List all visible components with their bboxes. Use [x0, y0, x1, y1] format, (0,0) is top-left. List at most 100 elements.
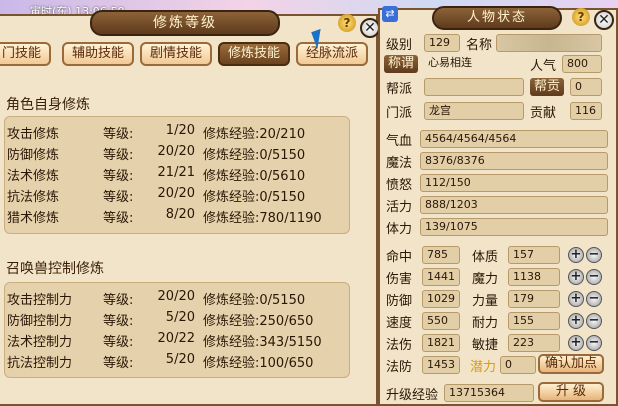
- title-label: 称谓: [384, 55, 419, 73]
- attr-value: 785: [422, 246, 460, 264]
- attr-value: 550: [422, 312, 460, 330]
- stat-label: 气血: [386, 134, 413, 149]
- row-level: 1/20: [165, 123, 195, 138]
- tab-cultivation-skill[interactable]: 修炼技能: [218, 42, 291, 66]
- attr-label: 耐力: [472, 316, 499, 331]
- name-value-blurred: [496, 34, 602, 52]
- row-exp: 修炼经验:0/5150: [203, 190, 306, 205]
- row-name: 抗法修炼: [7, 190, 60, 205]
- row-level: 20/20: [157, 144, 195, 159]
- minus-icon[interactable]: −: [586, 291, 602, 307]
- swap-icon[interactable]: ⇄: [382, 6, 398, 22]
- minus-icon[interactable]: −: [586, 313, 602, 329]
- table-row[interactable]: 攻击修炼 等级: 1/20 修炼经验:20/210: [5, 123, 351, 143]
- row-level-label: 等级:: [103, 356, 134, 371]
- row-name: 法术控制力: [7, 335, 73, 350]
- row-exp: 修炼经验:0/5610: [203, 169, 306, 184]
- stat-label: 魔法: [386, 156, 413, 171]
- help-icon[interactable]: ?: [572, 8, 590, 26]
- row-exp: 修炼经验:780/1190: [203, 211, 322, 226]
- table-row[interactable]: 攻击控制力 等级: 20/20 修炼经验:0/5150: [5, 289, 351, 309]
- attr-value: 1029: [422, 290, 460, 308]
- table-row[interactable]: 法术修炼 等级: 21/21 修炼经验:0/5610: [5, 165, 351, 185]
- stat-label: 体力: [386, 222, 413, 237]
- minus-icon[interactable]: −: [586, 269, 602, 285]
- row-level-label: 等级:: [103, 211, 134, 226]
- attr-label: 敏捷: [472, 338, 499, 353]
- minus-icon[interactable]: −: [586, 247, 602, 263]
- attr-label: 伤害: [386, 272, 413, 287]
- plus-icon[interactable]: +: [568, 247, 584, 263]
- attr-value: 179: [508, 290, 560, 308]
- plus-icon[interactable]: +: [568, 291, 584, 307]
- row-level: 5/20: [165, 352, 195, 367]
- row-name: 攻击控制力: [7, 293, 73, 308]
- stat-value: 4564/4564/4564: [420, 130, 608, 148]
- tab-assist-skill[interactable]: 辅助技能: [62, 42, 135, 66]
- row-level-label: 等级:: [103, 148, 134, 163]
- potential-value: 0: [500, 356, 536, 374]
- character-status-panel: ⇄ 人物状态 ? ✕ 级别 129 名称 称谓 心易相连 人气 800 帮派 帮…: [378, 6, 618, 406]
- guild-contribution-value: 0: [570, 78, 602, 96]
- stat-value: 8376/8376: [420, 152, 608, 170]
- attr-value: 223: [508, 334, 560, 352]
- row-name: 猎术修炼: [7, 211, 60, 226]
- table-row[interactable]: 防御修炼 等级: 20/20 修炼经验:0/5150: [5, 144, 351, 164]
- table-row[interactable]: 抗法控制力 等级: 5/20 修炼经验:100/650: [5, 352, 351, 372]
- cultivation-title: 修炼等级: [90, 10, 280, 36]
- upgrade-button[interactable]: 升 级: [538, 382, 604, 402]
- stat-value: 139/1075: [420, 218, 608, 236]
- close-icon[interactable]: ✕: [594, 10, 614, 30]
- self-cultivation-box: 攻击修炼 等级: 1/20 修炼经验:20/210 防御修炼 等级: 20/20…: [4, 116, 350, 234]
- row-exp: 修炼经验:343/5150: [203, 335, 322, 350]
- attr-value: 1138: [508, 268, 560, 286]
- stat-label: 愤怒: [386, 178, 413, 193]
- table-row[interactable]: 猎术修炼 等级: 8/20 修炼经验:780/1190: [5, 207, 351, 227]
- table-row[interactable]: 法术控制力 等级: 20/22 修炼经验:343/5150: [5, 331, 351, 351]
- tab-sect-skill[interactable]: 门技能: [0, 42, 52, 66]
- attr-value: 157: [508, 246, 560, 264]
- cultivation-panel: 修炼等级 ? ✕ 门技能 辅助技能 剧情技能 修炼技能 经脉流派 角色自身修炼 …: [0, 10, 380, 406]
- attr-label: 体质: [472, 250, 499, 265]
- attr-value: 155: [508, 312, 560, 330]
- level-label: 级别: [386, 38, 413, 53]
- row-level: 21/21: [157, 165, 195, 180]
- stat-label: 活力: [386, 200, 413, 215]
- guild-value: [424, 78, 524, 96]
- row-level: 20/20: [157, 289, 195, 304]
- attr-label: 命中: [386, 250, 413, 265]
- row-exp: 修炼经验:0/5150: [203, 148, 306, 163]
- row-exp: 修炼经验:20/210: [203, 127, 306, 142]
- plus-icon[interactable]: +: [568, 313, 584, 329]
- attr-label: 防御: [386, 294, 413, 309]
- attr-label: 力量: [472, 294, 499, 309]
- popularity-value: 800: [562, 55, 602, 73]
- table-row[interactable]: 抗法修炼 等级: 20/20 修炼经验:0/5150: [5, 186, 351, 206]
- row-level: 5/20: [165, 310, 195, 325]
- sect-value: 龙宫: [424, 102, 524, 120]
- row-level: 8/20: [165, 207, 195, 222]
- attr-value: 1441: [422, 268, 460, 286]
- row-exp: 修炼经验:0/5150: [203, 293, 306, 308]
- guild-contribution-label[interactable]: 帮贡: [530, 78, 565, 96]
- table-row[interactable]: 防御控制力 等级: 5/20 修炼经验:250/650: [5, 310, 351, 330]
- potential-label: 潜力: [470, 360, 497, 375]
- name-label: 名称: [466, 38, 493, 53]
- row-level-label: 等级:: [103, 335, 134, 350]
- help-icon[interactable]: ?: [338, 14, 356, 32]
- confirm-points-button[interactable]: 确认加点: [538, 354, 604, 374]
- row-name: 攻击修炼: [7, 127, 60, 142]
- plus-icon[interactable]: +: [568, 335, 584, 351]
- attr-label: 速度: [386, 316, 413, 331]
- attr-label: 法伤: [386, 338, 413, 353]
- minus-icon[interactable]: −: [586, 335, 602, 351]
- tab-story-skill[interactable]: 剧情技能: [140, 42, 213, 66]
- stat-value: 888/1203: [420, 196, 608, 214]
- tab-meridian-school[interactable]: 经脉流派: [296, 42, 369, 66]
- plus-icon[interactable]: +: [568, 269, 584, 285]
- sect-label: 门派: [386, 106, 413, 121]
- row-name: 防御修炼: [7, 148, 60, 163]
- magic-defense-label: 法防: [386, 360, 413, 375]
- row-level-label: 等级:: [103, 127, 134, 142]
- close-icon[interactable]: ✕: [360, 18, 380, 38]
